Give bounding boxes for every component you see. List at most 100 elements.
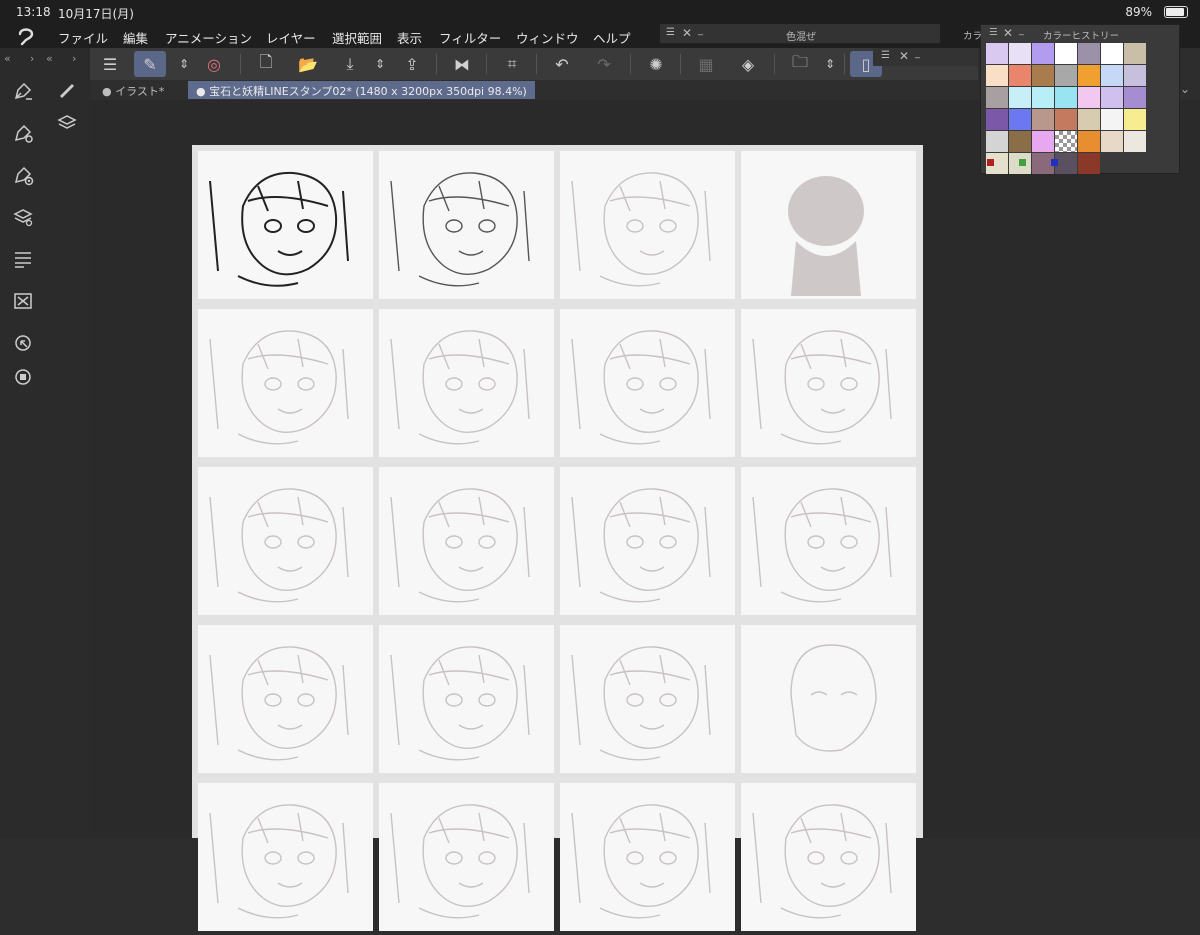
menu-animation[interactable]: アニメーション bbox=[165, 28, 252, 47]
color-swatch[interactable] bbox=[986, 87, 1008, 108]
color-swatch[interactable] bbox=[1124, 131, 1146, 152]
loading-icon[interactable]: ✺ bbox=[640, 51, 672, 77]
flip-icon[interactable]: ⧓ bbox=[446, 51, 478, 77]
color-swatch[interactable] bbox=[1101, 43, 1123, 64]
sticker-cell[interactable] bbox=[198, 467, 373, 615]
sticker-cell[interactable] bbox=[560, 783, 735, 931]
color-swatch[interactable] bbox=[1078, 153, 1100, 174]
undo-icon[interactable]: ↶ bbox=[546, 51, 578, 77]
color-swatch[interactable] bbox=[1101, 65, 1123, 86]
color-swatch[interactable] bbox=[1124, 65, 1146, 86]
chevron-right-icon[interactable]: › bbox=[30, 52, 34, 65]
sub-view-icon[interactable] bbox=[12, 332, 34, 354]
brush-tool-icon[interactable] bbox=[56, 78, 78, 100]
color-swatch[interactable] bbox=[1055, 43, 1077, 64]
sticker-cell[interactable] bbox=[560, 151, 735, 299]
color-swatch[interactable] bbox=[986, 43, 1008, 64]
tab-stamp[interactable]: ● 宝石と妖精LINEスタンプ02* (1480 x 3200px 350dpi… bbox=[188, 81, 535, 99]
sticker-cell[interactable] bbox=[379, 151, 554, 299]
minimize-icon[interactable]: _ bbox=[915, 48, 920, 59]
color-swatch[interactable] bbox=[1078, 109, 1100, 130]
color-swatch[interactable] bbox=[1055, 153, 1077, 174]
drag-handle-icon[interactable]: ☰ bbox=[881, 50, 890, 61]
color-swatch[interactable] bbox=[1101, 109, 1123, 130]
color-swatch[interactable] bbox=[1055, 65, 1077, 86]
menu-edit[interactable]: 編集 bbox=[123, 28, 148, 47]
collapse-icon[interactable]: « bbox=[46, 52, 53, 65]
minimize-icon[interactable]: _ bbox=[698, 25, 703, 36]
color-swatch[interactable] bbox=[1055, 109, 1077, 130]
sticker-cell[interactable] bbox=[198, 151, 373, 299]
sticker-cell[interactable] bbox=[741, 151, 916, 299]
up-down-icon[interactable]: ⇕ bbox=[372, 51, 388, 77]
menu-filter[interactable]: フィルター bbox=[439, 28, 501, 47]
close-icon[interactable]: ✕ bbox=[682, 26, 692, 40]
sticker-cell[interactable] bbox=[741, 625, 916, 773]
app-logo-icon[interactable] bbox=[16, 26, 36, 46]
color-swatch[interactable] bbox=[1032, 131, 1054, 152]
color-swatch[interactable] bbox=[1078, 65, 1100, 86]
up-down-icon[interactable]: ⇕ bbox=[822, 51, 838, 77]
chevron-right-icon[interactable]: › bbox=[72, 52, 76, 65]
sticker-cell[interactable] bbox=[379, 625, 554, 773]
close-icon[interactable]: ✕ bbox=[1003, 26, 1013, 40]
sticker-cell[interactable] bbox=[560, 309, 735, 457]
bucket-icon[interactable]: ◈ bbox=[732, 51, 764, 77]
close-icon[interactable]: ✕ bbox=[899, 49, 909, 63]
menu-icon[interactable]: ☰ bbox=[94, 51, 126, 77]
color-swatch[interactable] bbox=[1009, 109, 1031, 130]
menu-file[interactable]: ファイル bbox=[58, 28, 108, 47]
minimize-icon[interactable]: _ bbox=[1019, 25, 1024, 36]
menu-view[interactable]: 表示 bbox=[397, 28, 422, 47]
sticker-cell[interactable] bbox=[198, 783, 373, 931]
chevron-down-icon[interactable]: ⌄ bbox=[1180, 82, 1190, 96]
color-swatch[interactable] bbox=[1101, 131, 1123, 152]
color-swatch[interactable] bbox=[1078, 87, 1100, 108]
new-doc-icon[interactable]: 🗋 bbox=[250, 51, 282, 77]
open-folder-icon[interactable]: 📂 bbox=[292, 51, 324, 77]
edit-icon[interactable]: ✎ bbox=[134, 51, 166, 77]
sticker-cell[interactable] bbox=[741, 467, 916, 615]
share-icon[interactable]: ⇪ bbox=[396, 51, 428, 77]
color-swatch[interactable] bbox=[1032, 65, 1054, 86]
collapse-left-icon[interactable]: « bbox=[4, 52, 11, 65]
menu-layer[interactable]: レイヤー bbox=[266, 28, 316, 47]
up-down-icon[interactable]: ⇕ bbox=[176, 51, 192, 77]
tab-illust[interactable]: ● イラスト* bbox=[94, 81, 172, 99]
color-swatch[interactable] bbox=[1124, 43, 1146, 64]
sticker-cell[interactable] bbox=[741, 309, 916, 457]
fill-icon[interactable]: ▦ bbox=[690, 51, 722, 77]
color-swatch[interactable] bbox=[1009, 131, 1031, 152]
menu-selection[interactable]: 選択範囲 bbox=[332, 28, 382, 47]
color-swatch[interactable] bbox=[1078, 131, 1100, 152]
sticker-cell[interactable] bbox=[379, 467, 554, 615]
color-swatch[interactable] bbox=[1078, 43, 1100, 64]
material-icon[interactable] bbox=[12, 366, 34, 388]
navigator-icon[interactable] bbox=[12, 290, 34, 312]
color-swatch[interactable] bbox=[986, 65, 1008, 86]
color-swatch[interactable] bbox=[1124, 87, 1146, 108]
color-swatch[interactable] bbox=[1009, 87, 1031, 108]
color-swatch[interactable] bbox=[1032, 87, 1054, 108]
color-swatch[interactable] bbox=[986, 109, 1008, 130]
drag-handle-icon[interactable]: ☰ bbox=[989, 27, 998, 38]
color-swatch[interactable] bbox=[1032, 109, 1054, 130]
color-swatch[interactable] bbox=[1124, 109, 1146, 130]
sticker-cell[interactable] bbox=[379, 783, 554, 931]
redo-icon[interactable]: ↷ bbox=[588, 51, 620, 77]
color-swatch[interactable] bbox=[986, 131, 1008, 152]
color-swatch[interactable] bbox=[1009, 43, 1031, 64]
drag-handle-icon[interactable]: ☰ bbox=[666, 27, 675, 38]
sticker-cell[interactable] bbox=[560, 467, 735, 615]
color-swatch[interactable] bbox=[1055, 87, 1077, 108]
pen-color-icon[interactable] bbox=[12, 164, 34, 186]
color-tab[interactable]: カラ bbox=[963, 28, 982, 42]
layer-list-icon[interactable] bbox=[12, 248, 34, 270]
folder-icon[interactable]: 🗀 bbox=[784, 51, 816, 77]
menu-window[interactable]: ウィンドウ bbox=[516, 28, 579, 47]
sticker-cell[interactable] bbox=[379, 309, 554, 457]
spiral-icon[interactable]: ◎ bbox=[198, 51, 230, 77]
sticker-cell[interactable] bbox=[198, 625, 373, 773]
pen-tool-icon[interactable] bbox=[12, 80, 34, 102]
layers-icon[interactable] bbox=[56, 112, 78, 134]
